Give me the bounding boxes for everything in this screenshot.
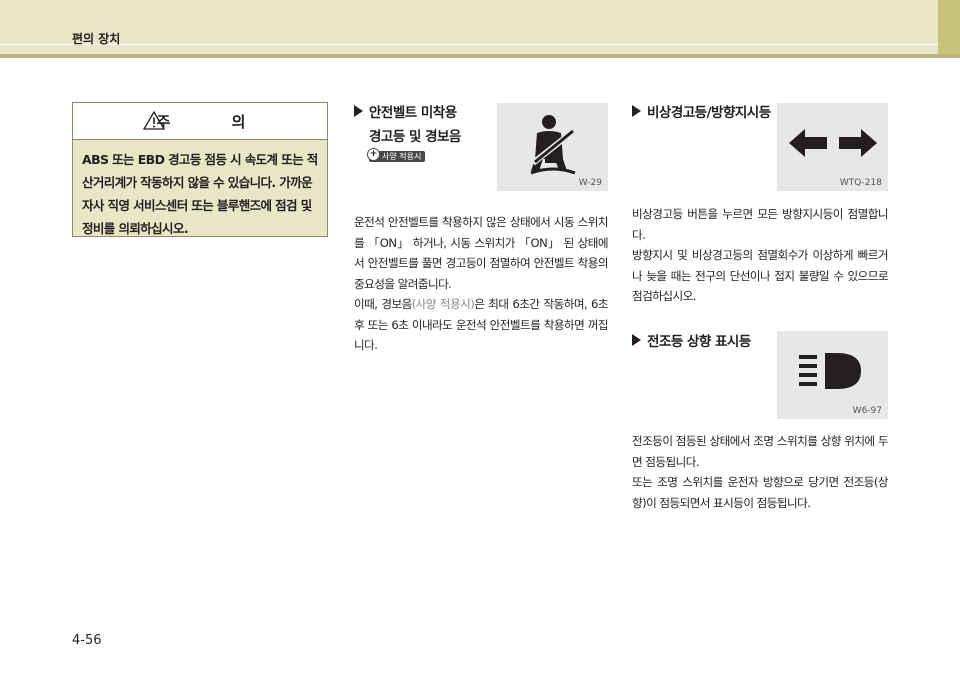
highbeam-image: W6-97: [777, 331, 888, 419]
seatbelt-icon: [527, 113, 579, 181]
header-strip: [0, 54, 960, 58]
caution-header: 주 의: [73, 103, 327, 140]
image-code: W-29: [578, 178, 602, 188]
image-code: WTQ-218: [839, 178, 882, 188]
header-bar: [0, 0, 960, 54]
section-title: 편의 장치: [72, 32, 121, 46]
option-badge: + 사양 적용시: [367, 148, 426, 162]
header-tab: [938, 0, 960, 54]
header-divider: [0, 44, 960, 45]
hazard-heading: 비상경고등/방향지시등: [632, 101, 782, 125]
bullet-triangle-icon: [632, 334, 641, 346]
plus-icon: +: [367, 148, 380, 161]
turn-signal-arrows-icon: [789, 127, 877, 163]
page-number: 4-56: [72, 633, 102, 648]
bullet-triangle-icon: [632, 105, 641, 117]
warning-triangle-icon: [142, 110, 166, 134]
highbeam-description: 전조등이 점등된 상태에서 조명 스위치를 상향 위치에 두면 점등됩니다. 또…: [632, 434, 889, 510]
high-beam-icon: [799, 351, 863, 399]
seatbelt-warning-image: W-29: [497, 103, 608, 191]
turn-signal-image: WTQ-218: [777, 103, 888, 191]
seatbelt-heading: 안전벨트 미착용 경고등 및 경보음: [354, 101, 504, 149]
image-code: W6-97: [852, 406, 882, 416]
caution-body: ABS 또는 EBD 경고등 점등 시 속도계 또는 적산거리계가 작동하지 않…: [82, 152, 318, 236]
seatbelt-alarm-note: 이때, 경보음(사양 적용시)은 최대 6초간 작동하며, 6초 후 또는 6초…: [354, 297, 609, 352]
caution-box: 주 의 ABS 또는 EBD 경고등 점등 시 속도계 또는 적산거리계가 작동…: [72, 102, 328, 237]
seatbelt-description: 운전석 안전벨트를 착용하지 않은 상태에서 시동 스위치를 「ON」 하거나,…: [354, 212, 609, 356]
bullet-triangle-icon: [354, 105, 363, 117]
caution-title: 주 의: [156, 112, 274, 131]
highbeam-heading: 전조등 상향 표시등: [632, 330, 782, 354]
hazard-description: 비상경고등 버튼을 누르면 모든 방향지시등이 점멸합니다. 방향지시 및 비상…: [632, 207, 889, 303]
